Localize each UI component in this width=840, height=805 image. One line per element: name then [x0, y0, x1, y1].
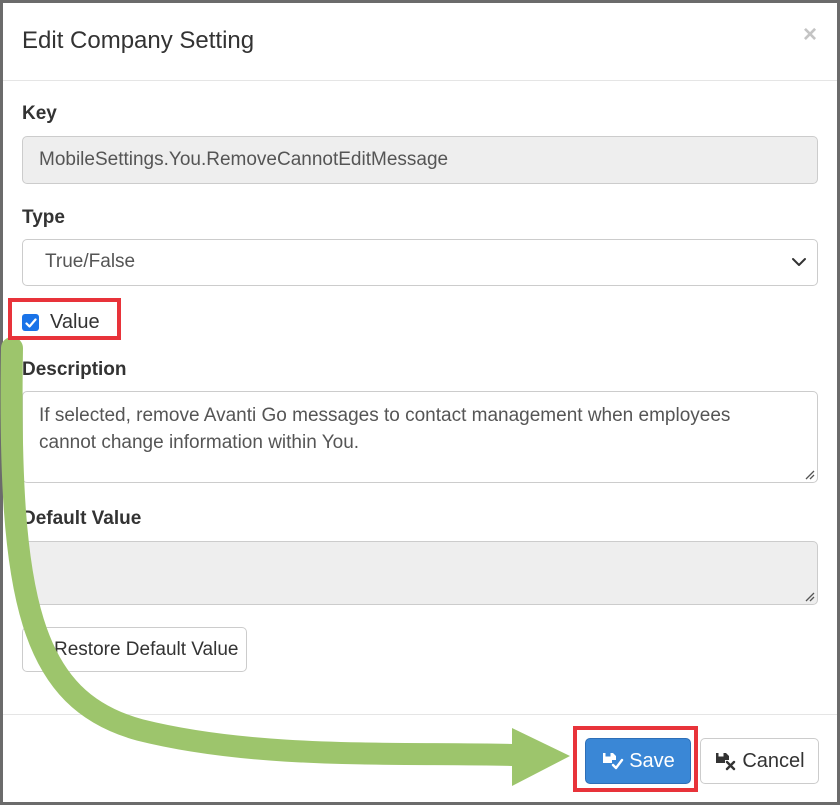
checkmark-icon [24, 317, 37, 328]
footer-divider [3, 714, 837, 715]
value-checkbox-row[interactable]: Value [22, 311, 100, 334]
default-value-label: Default Value [22, 508, 142, 529]
value-checkbox[interactable] [22, 314, 39, 331]
save-button-label: Save [629, 749, 675, 772]
resize-grip-icon [805, 592, 815, 602]
description-line-2: cannot change information within You. [39, 432, 360, 453]
chevron-down-icon [792, 258, 806, 266]
cancel-button[interactable]: Cancel [700, 738, 819, 784]
save-icon [603, 753, 624, 770]
type-select[interactable]: True/False [22, 239, 818, 286]
description-line-1: If selected, remove Avanti Go messages t… [39, 405, 731, 426]
restore-default-button[interactable]: Restore Default Value [22, 627, 247, 672]
cancel-icon [716, 753, 736, 771]
value-checkbox-label: Value [50, 311, 100, 333]
key-field[interactable]: MobileSettings.You.RemoveCannotEditMessa… [22, 136, 818, 184]
type-label: Type [22, 207, 65, 228]
dialog-header: Edit Company Setting × [3, 3, 837, 81]
close-button[interactable]: × [803, 23, 817, 47]
cancel-button-label: Cancel [742, 749, 805, 772]
key-label: Key [22, 103, 57, 124]
description-textarea[interactable]: If selected, remove Avanti Go messages t… [22, 391, 818, 483]
resize-grip-icon[interactable] [803, 468, 815, 480]
save-button[interactable]: Save [585, 738, 691, 784]
default-value-textarea [22, 541, 818, 605]
description-label: Description [22, 359, 127, 380]
type-select-value: True/False [45, 251, 136, 272]
dialog-title: Edit Company Setting [22, 27, 255, 54]
dialog-frame: Edit Company Setting × Key MobileSetting… [0, 0, 840, 805]
